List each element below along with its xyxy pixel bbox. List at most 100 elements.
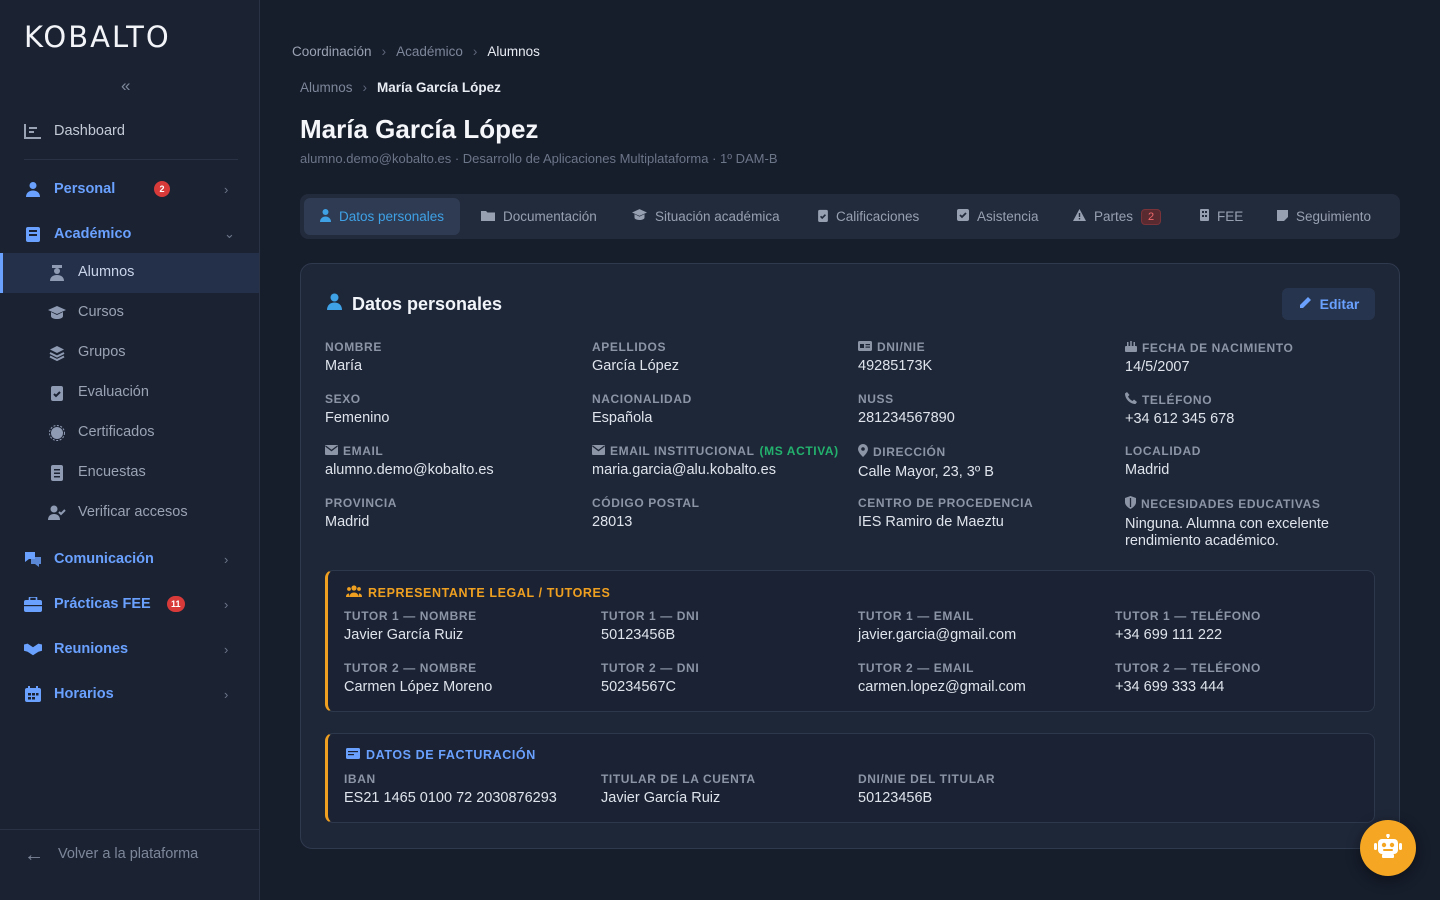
field-dni-titular: DNI/NIE DEL TITULAR 50123456B	[858, 772, 1113, 807]
field-value: javier.garcia@gmail.com	[858, 627, 1017, 643]
sidebar-group-practicas-fee[interactable]: Prácticas FEE 11 ›	[0, 584, 259, 624]
field-nuss: NUSS 281234567890	[858, 392, 1113, 427]
card-title: Datos personales	[327, 293, 502, 315]
sidebar-item-dashboard[interactable]: Dashboard	[0, 111, 259, 151]
sidebar-group-personal[interactable]: Personal 2 ›	[0, 169, 259, 209]
field-label: NACIONALIDAD	[592, 392, 692, 406]
handshake-icon	[24, 640, 42, 658]
collapse-sidebar-icon[interactable]: «	[121, 76, 130, 96]
field-label: TITULAR DE LA CUENTA	[601, 772, 756, 786]
field-label: DIRECCIÓN	[873, 445, 946, 459]
sidebar-group-label: Comunicación	[54, 551, 154, 567]
breadcrumb-item[interactable]: Coordinación	[292, 44, 372, 59]
user-icon	[24, 180, 42, 198]
sidebar-item-grupos[interactable]: Grupos	[0, 333, 259, 373]
field-label: APELLIDOS	[592, 340, 667, 354]
field-value: 28013	[592, 514, 633, 530]
tab-label: Asistencia	[977, 209, 1039, 224]
map-pin-icon	[858, 444, 868, 460]
breadcrumb-separator: ›	[381, 44, 387, 59]
calendar-icon	[24, 685, 42, 703]
field-label: CÓDIGO POSTAL	[592, 496, 700, 510]
layers-icon	[48, 344, 66, 362]
field-label: IBAN	[344, 772, 376, 786]
field-value: carmen.lopez@gmail.com	[858, 679, 1026, 695]
field-label: NOMBRE	[325, 340, 382, 354]
tab-documentacion[interactable]: Documentación	[465, 198, 613, 235]
field-value: 50123456B	[601, 627, 676, 643]
field-value: 50123456B	[858, 790, 933, 806]
card-title-text: Datos personales	[352, 293, 503, 314]
chevron-right-icon: ›	[224, 596, 229, 612]
field-titular-cuenta: TITULAR DE LA CUENTA Javier García Ruiz	[601, 772, 856, 807]
field-value: Carmen López Moreno	[344, 679, 493, 695]
field-localidad: LOCALIDAD Madrid	[1125, 444, 1380, 479]
sidebar-group-label: Prácticas FEE	[54, 596, 151, 612]
sidebar-group-label: Personal	[54, 181, 116, 197]
field-tutor1-email: TUTOR 1 — EMAIL javier.garcia@gmail.com	[858, 609, 1113, 644]
tab-fee[interactable]: FEE	[1184, 198, 1259, 235]
chevron-right-icon: ›	[224, 551, 229, 567]
sidebar-item-verificar-accesos[interactable]: Verificar accesos	[0, 493, 259, 533]
pencil-icon	[1298, 296, 1312, 313]
tab-bar: Datos personales Documentación Situación…	[300, 194, 1400, 239]
field-value: María	[325, 358, 363, 374]
sidebar-item-cursos[interactable]: Cursos	[0, 293, 259, 333]
field-direccion: DIRECCIÓN Calle Mayor, 23, 3º B	[858, 444, 1113, 481]
sidebar-group-academico[interactable]: Académico ⌄	[0, 214, 259, 254]
field-necesidades-educativas: NECESIDADES EDUCATIVAS Ninguna. Alumna c…	[1125, 496, 1365, 550]
calendar-check-icon	[957, 209, 969, 224]
tab-seguimiento[interactable]: Seguimiento	[1261, 198, 1387, 235]
user-icon	[327, 293, 342, 315]
sidebar-item-certificados[interactable]: Certificados	[0, 413, 259, 453]
sidebar-item-alumnos[interactable]: Alumnos	[0, 253, 259, 293]
section-title: DATOS DE FACTURACIÓN	[366, 748, 536, 762]
sidebar-item-label: Grupos	[78, 344, 126, 360]
tab-calificaciones[interactable]: Calificaciones	[802, 198, 935, 235]
sidebar-group-label: Horarios	[54, 686, 114, 702]
page-subtitle: alumno.demo@kobalto.es · Desarrollo de A…	[300, 151, 778, 166]
field-label: EMAIL INSTITUCIONAL	[610, 444, 755, 458]
field-sexo: SEXO Femenino	[325, 392, 580, 427]
page-title: María García López	[300, 114, 539, 144]
edit-button[interactable]: Editar	[1282, 288, 1375, 320]
tab-partes[interactable]: Partes 2	[1057, 198, 1177, 235]
sidebar-item-evaluacion[interactable]: Evaluación	[0, 373, 259, 413]
sidebar-item-label: Cursos	[78, 304, 124, 320]
breadcrumb-item[interactable]: Alumnos	[300, 80, 353, 95]
field-label: TUTOR 1 — EMAIL	[858, 609, 975, 623]
invoice-icon	[346, 748, 360, 762]
sidebar-group-comunicacion[interactable]: Comunicación ›	[0, 539, 259, 579]
sidebar-divider	[24, 159, 238, 160]
back-to-platform-link[interactable]: ← Volver a la plataforma	[0, 829, 259, 900]
field-value: 49285173K	[858, 358, 933, 374]
sidebar-group-horarios[interactable]: Horarios ›	[0, 674, 259, 714]
field-label: FECHA DE NACIMIENTO	[1142, 340, 1294, 355]
tab-situacion-academica[interactable]: Situación académica	[616, 198, 796, 235]
field-value: Femenino	[325, 410, 390, 426]
tab-asistencia[interactable]: Asistencia	[941, 198, 1055, 235]
field-label: TUTOR 2 — EMAIL	[858, 661, 975, 675]
sidebar-group-label: Reuniones	[54, 641, 129, 657]
breadcrumb-item[interactable]: Académico	[396, 44, 463, 59]
back-label: Volver a la plataforma	[58, 846, 199, 862]
sidebar-item-label: Verificar accesos	[78, 504, 188, 520]
field-label: TUTOR 1 — DNI	[601, 609, 700, 623]
cake-icon	[1125, 340, 1137, 355]
sidebar-group-reuniones[interactable]: Reuniones ›	[0, 629, 259, 669]
briefcase-icon	[24, 595, 42, 613]
student-icon	[48, 264, 66, 282]
chat-icon	[24, 550, 42, 568]
tab-datos-personales[interactable]: Datos personales	[304, 198, 461, 235]
field-label: TELÉFONO	[1142, 392, 1213, 407]
field-value: IES Ramiro de Maeztu	[858, 514, 1004, 530]
breadcrumb-separator: ›	[472, 44, 478, 59]
breadcrumb-separator: ›	[362, 80, 368, 95]
field-label: EMAIL	[343, 444, 384, 458]
sidebar-item-encuestas[interactable]: Encuestas	[0, 453, 259, 493]
graduation-cap-icon	[48, 304, 66, 322]
field-value: Ninguna. Alumna con excelente rendimient…	[1125, 516, 1329, 549]
field-value: Española	[592, 410, 653, 426]
chatbot-button[interactable]	[1360, 820, 1416, 876]
arrow-left-icon: ←	[24, 844, 44, 866]
